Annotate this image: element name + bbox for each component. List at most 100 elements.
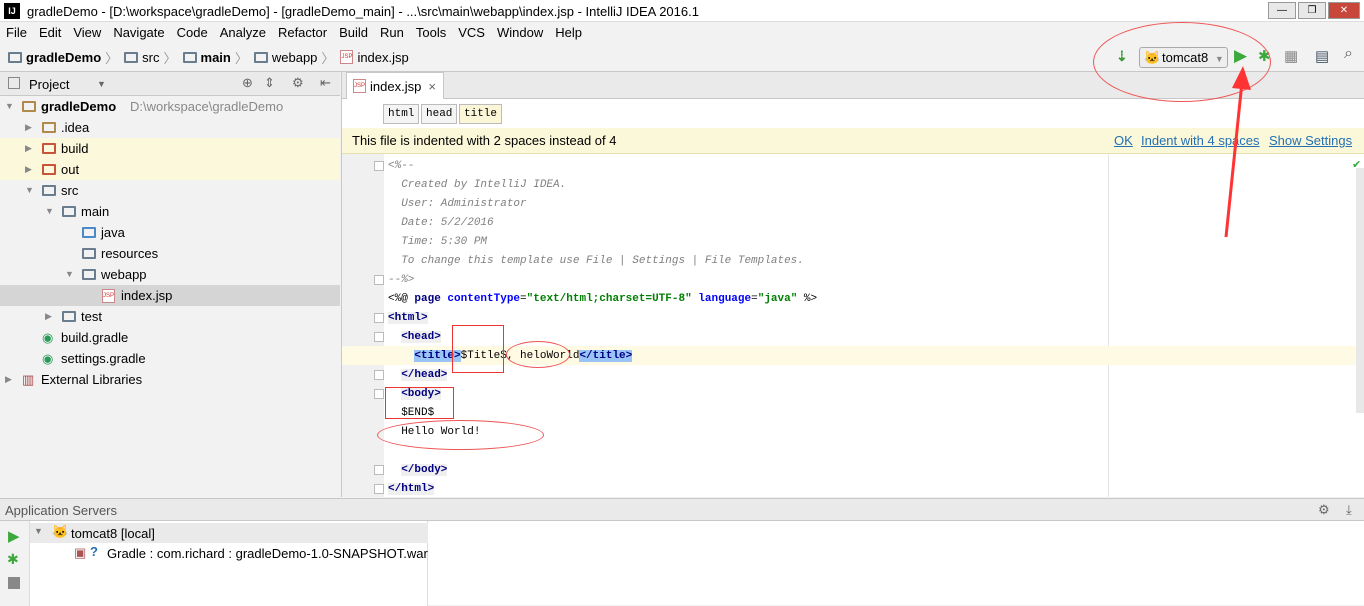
run-icon[interactable]: ▶ xyxy=(8,527,20,545)
jsp-file-icon: JSP xyxy=(340,50,354,64)
menu-file[interactable]: File xyxy=(0,22,33,43)
chevron-right-icon[interactable]: ▶ xyxy=(25,138,32,159)
gear-icon[interactable]: ⚙ xyxy=(1318,502,1330,518)
menu-view[interactable]: View xyxy=(67,22,107,43)
tree-item[interactable]: ▼ main xyxy=(0,201,340,222)
folder-icon xyxy=(62,206,76,217)
code-line: Created by IntelliJ IDEA. xyxy=(388,176,566,195)
artifact-item[interactable]: ▣ ? Gradle : com.richard : gradleDemo-1.… xyxy=(30,543,428,563)
maximize-button[interactable]: ❐ xyxy=(1298,2,1326,19)
fold-marker-icon[interactable] xyxy=(374,275,384,285)
breadcrumb-item[interactable]: JSP index.jsp xyxy=(340,50,409,65)
code-token: "text/html;charset=UTF-8" xyxy=(526,293,692,305)
locate-icon[interactable]: ⊕ xyxy=(242,75,253,91)
stop-icon[interactable] xyxy=(8,577,20,589)
close-button[interactable]: ✕ xyxy=(1328,2,1360,19)
menu-run[interactable]: Run xyxy=(374,22,410,43)
project-structure-icon[interactable]: ▤ xyxy=(1315,47,1329,65)
tree-item[interactable]: ▼ gradleDemo D:\workspace\gradleDemo xyxy=(0,96,340,117)
folder-icon xyxy=(8,51,22,63)
code-token: <html> xyxy=(388,312,428,324)
project-view-selector[interactable]: Project xyxy=(29,77,69,92)
chevron-right-icon[interactable]: ▶ xyxy=(25,117,32,138)
code-token: User: Administrator xyxy=(388,198,527,210)
chevron-down-icon[interactable]: ▼ xyxy=(65,264,74,285)
code-token: <%-- xyxy=(388,160,415,172)
fold-marker-icon[interactable] xyxy=(374,465,384,475)
minimize-button[interactable]: — xyxy=(1268,2,1296,19)
menu-help[interactable]: Help xyxy=(549,22,588,43)
tree-item[interactable]: ▶ ▥ External Libraries xyxy=(0,369,340,390)
close-icon[interactable]: × xyxy=(428,79,436,99)
code-token: = xyxy=(520,293,527,305)
menu-analyze[interactable]: Analyze xyxy=(214,22,272,43)
debug-icon[interactable]: ✱ xyxy=(7,551,19,568)
tab-index-jsp[interactable]: JSP index.jsp × xyxy=(346,72,444,99)
tree-item-path: D:\workspace\gradleDemo xyxy=(130,99,284,114)
tree-item[interactable]: JSP index.jsp xyxy=(0,285,340,306)
fold-marker-icon[interactable] xyxy=(374,313,384,323)
server-item[interactable]: ▼ 🐱 tomcat8 [local] xyxy=(30,523,428,543)
annotation-arrow xyxy=(1224,66,1251,238)
fold-marker-icon[interactable] xyxy=(374,161,384,171)
breadcrumb-tag-html[interactable]: html xyxy=(383,104,420,124)
gear-icon[interactable]: ⚙ xyxy=(292,75,304,91)
hide-icon[interactable]: ⇤ xyxy=(320,75,331,91)
chevron-down-icon[interactable]: ▼ xyxy=(97,79,106,89)
tree-item-label: java xyxy=(101,225,125,240)
breadcrumb-tag-title[interactable]: title xyxy=(459,104,503,124)
menu-window[interactable]: Window xyxy=(491,22,549,43)
tree-item[interactable]: ▼ src xyxy=(0,180,340,201)
breadcrumb-item[interactable]: main 〉 xyxy=(182,48,248,67)
code-token: </body> xyxy=(401,464,448,476)
tree-item[interactable]: ◉ settings.gradle xyxy=(0,348,340,369)
menu-navigate[interactable]: Navigate xyxy=(107,22,170,43)
menu-tools[interactable]: Tools xyxy=(410,22,452,43)
tree-item[interactable]: resources xyxy=(0,243,340,264)
fold-marker-icon[interactable] xyxy=(374,484,384,494)
library-icon: ▥ xyxy=(22,372,35,387)
search-icon[interactable]: ⌕ xyxy=(1344,45,1353,63)
fold-marker-icon[interactable] xyxy=(374,389,384,399)
collapse-icon[interactable]: ⇕ xyxy=(264,75,275,91)
tree-item[interactable]: ▶ .idea xyxy=(0,117,340,138)
tomcat-icon: 🐱 xyxy=(52,524,69,539)
coverage-icon[interactable]: ▦ xyxy=(1284,47,1298,65)
scrollbar[interactable] xyxy=(1356,168,1364,413)
tree-item[interactable]: ▶ out xyxy=(0,159,340,180)
breadcrumb-label: webapp xyxy=(271,49,318,65)
tree-item[interactable]: ▶ test xyxy=(0,306,340,327)
fold-marker-icon[interactable] xyxy=(374,370,384,380)
tree-item[interactable]: ▶ build xyxy=(0,138,340,159)
chevron-down-icon[interactable]: ▼ xyxy=(34,526,43,536)
menu-edit[interactable]: Edit xyxy=(33,22,67,43)
menu-vcs[interactable]: VCS xyxy=(452,22,491,43)
code-token: --%> xyxy=(388,274,415,286)
banner-settings-link[interactable]: Show Settings xyxy=(1269,133,1352,148)
chevron-right-icon[interactable]: ▶ xyxy=(25,159,32,180)
tree-item[interactable]: java xyxy=(0,222,340,243)
artifact-icon: ▣ xyxy=(74,545,87,560)
project-panel-header: Project ▼ ⊕ ⇕ ⚙ ⇤ xyxy=(0,72,340,96)
chevron-down-icon[interactable]: ▼ xyxy=(5,96,14,117)
unknown-status-icon: ? xyxy=(90,544,98,559)
tree-item[interactable]: ◉ build.gradle xyxy=(0,327,340,348)
banner-ok-link[interactable]: OK xyxy=(1114,133,1133,148)
chevron-down-icon[interactable]: ▼ xyxy=(45,201,54,222)
breadcrumb-item[interactable]: src 〉 xyxy=(124,48,177,67)
chevron-right-icon[interactable]: ▶ xyxy=(45,306,52,327)
tree-item-label: out xyxy=(61,162,80,177)
chevron-right-icon[interactable]: ▶ xyxy=(5,369,12,390)
breadcrumb-tag-head[interactable]: head xyxy=(421,104,458,124)
panel-toolbar: ▶ ✱ xyxy=(0,521,30,606)
fold-marker-icon[interactable] xyxy=(374,332,384,342)
tree-item[interactable]: ▼ webapp xyxy=(0,264,340,285)
hide-icon[interactable]: ⤓ xyxy=(1346,502,1352,518)
breadcrumb-item[interactable]: gradleDemo 〉 xyxy=(8,48,118,67)
menu-build[interactable]: Build xyxy=(333,22,374,43)
chevron-down-icon[interactable]: ▼ xyxy=(25,180,34,201)
tree-item-label: .idea xyxy=(61,120,90,135)
breadcrumb-item[interactable]: webapp 〉 xyxy=(253,48,334,67)
menu-refactor[interactable]: Refactor xyxy=(272,22,333,43)
menu-code[interactable]: Code xyxy=(171,22,214,43)
